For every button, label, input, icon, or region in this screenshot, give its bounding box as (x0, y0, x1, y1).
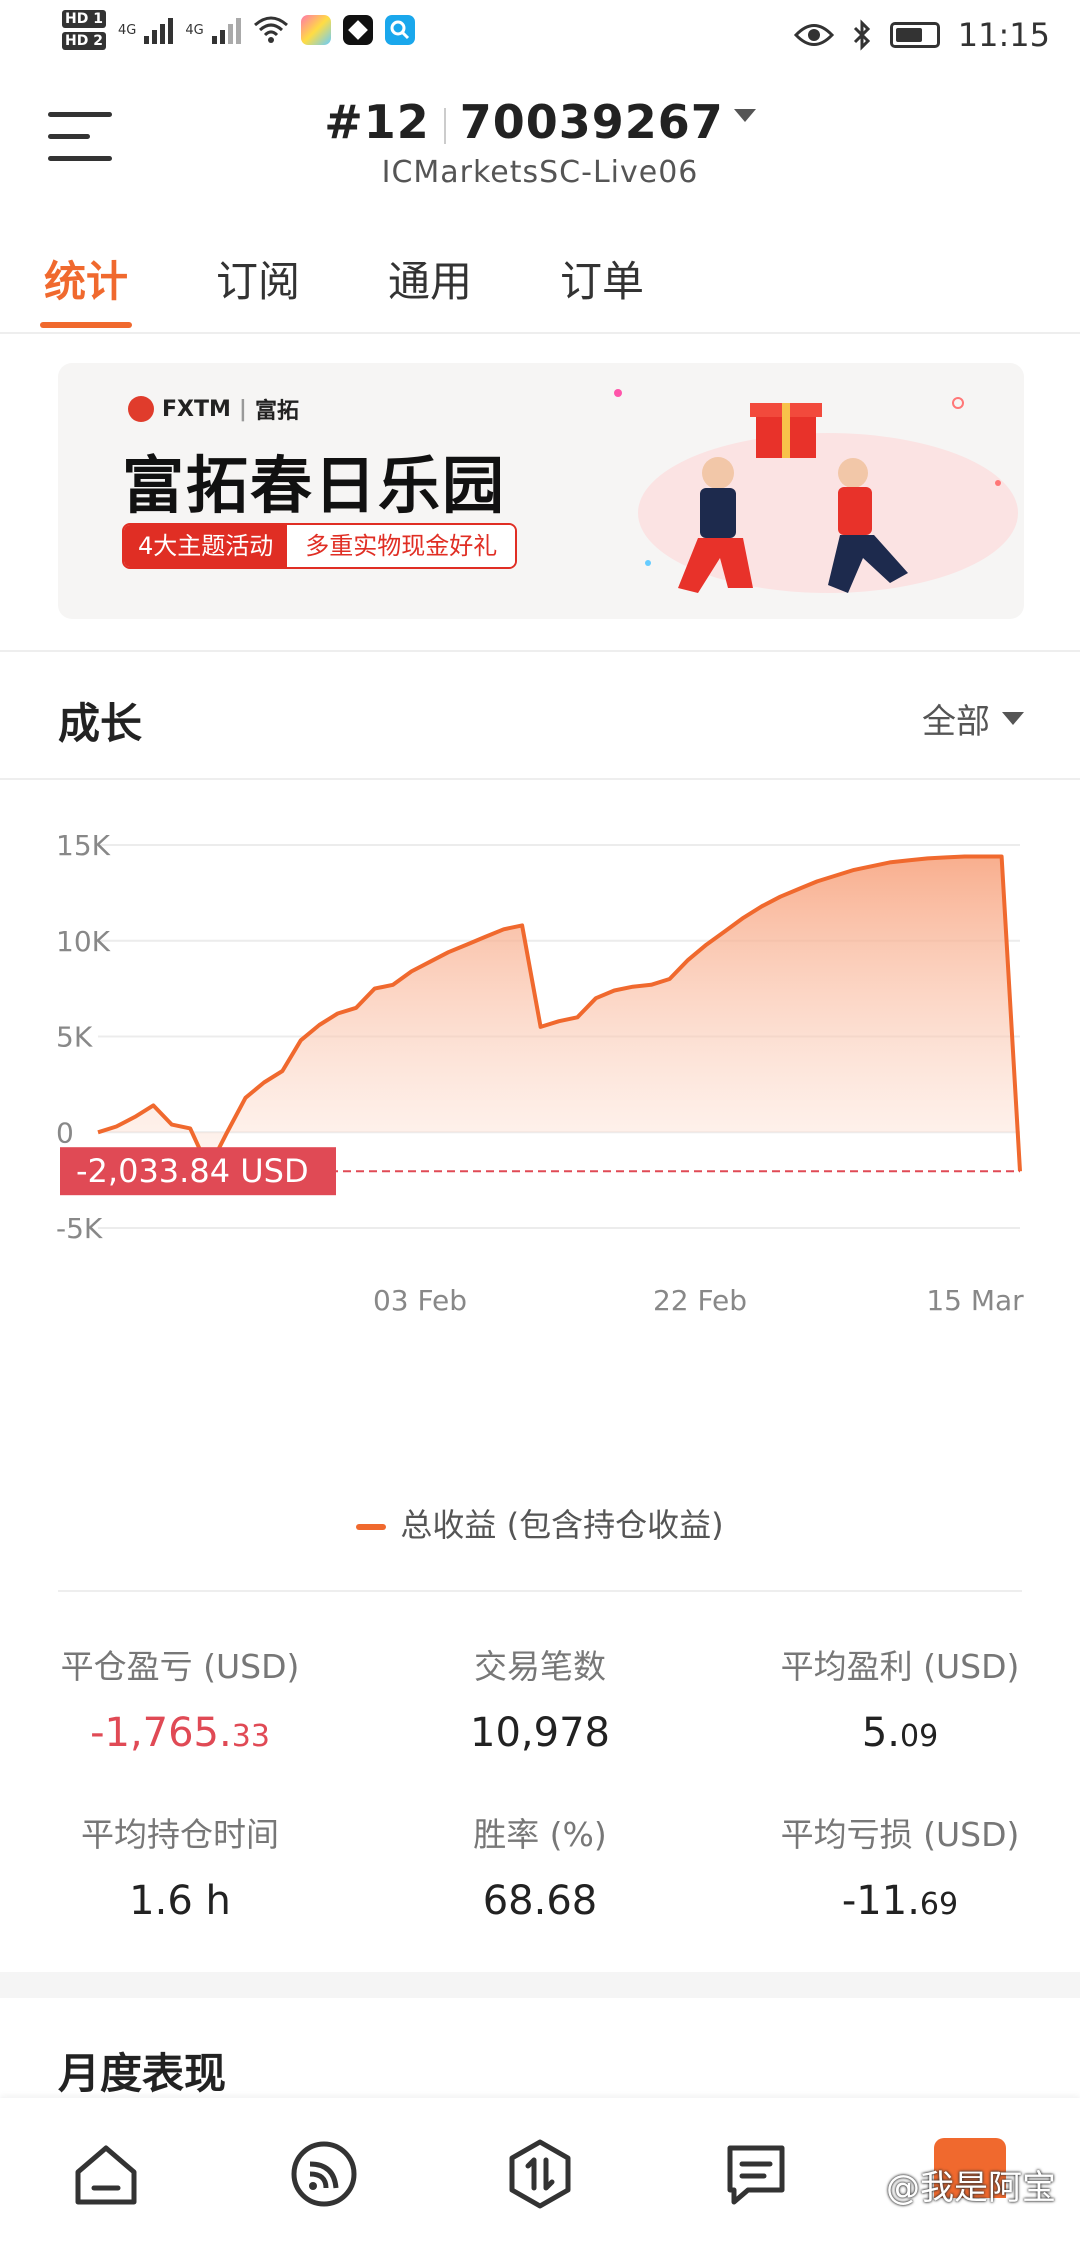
tab-subscribe[interactable]: 订阅 (216, 248, 300, 309)
stat-value-int: 5. (861, 1710, 900, 1756)
account-divider (443, 107, 446, 144)
section-divider (0, 650, 1080, 652)
stat-value-int: 1.6 h (129, 1878, 231, 1924)
tab-general[interactable]: 通用 (388, 248, 472, 309)
search-app-icon (384, 15, 415, 45)
stat-avg-loss: 平均亏损 (USD) -11.69 (720, 1808, 1080, 1924)
news-icon[interactable] (720, 2138, 792, 2210)
tab-divider (0, 332, 1080, 334)
series-area (98, 856, 1020, 1172)
watermark: @我是阿宝 (886, 2168, 1056, 2208)
stat-avg-profit: 平均盈利 (USD) 5.09 (720, 1640, 1080, 1756)
sim2-badge: HD 2 (62, 32, 106, 50)
account-selector[interactable]: #12 70039267 (0, 95, 1080, 149)
eye-icon (793, 24, 834, 46)
chart-legend: 总收益 (包含持仓收益) (0, 1500, 1080, 1546)
y-tick-label: 5K (56, 1021, 93, 1054)
qr-app-icon (342, 15, 373, 45)
stat-label: 平均盈利 (USD) (780, 1647, 1020, 1686)
legend-label: 总收益 (包含持仓收益) (400, 1506, 724, 1544)
stat-value-int: -11. (841, 1878, 920, 1924)
x-tick-label: 15 Mar (926, 1284, 1024, 1317)
battery-icon (889, 22, 940, 48)
stat-win-rate: 胜率 (%) 68.68 (360, 1808, 720, 1924)
battery-fill (895, 28, 923, 42)
stat-label: 平均持仓时间 (81, 1815, 279, 1854)
caret-down-icon (1002, 712, 1024, 725)
sim1-badge: HD 1 (62, 10, 106, 28)
range-filter-dropdown[interactable]: 全部 (922, 694, 1024, 743)
promo-banner[interactable]: FXTM | 富拓 富拓春日乐园 4大主题活动 多重实物现金好礼 (58, 363, 1024, 619)
status-left: HD 1 HD 2 4G 4G (62, 10, 415, 50)
banner-tag-highlight: 4大主题活动 (124, 525, 288, 567)
stat-value: 5.09 (720, 1710, 1080, 1756)
stat-closed-pnl: 平仓盈亏 (USD) -1,765.33 (0, 1640, 360, 1756)
stat-value-dec: 69 (919, 1887, 959, 1922)
clock: 11:15 (957, 16, 1050, 54)
home-icon[interactable] (70, 2138, 142, 2210)
status-bar: HD 1 HD 2 4G 4G 11:15 (0, 0, 1080, 70)
stat-value-int: 68.68 (482, 1878, 598, 1924)
brand-name-cn: 富拓 (254, 399, 299, 424)
brand-name: FXTM (162, 396, 231, 422)
brand-divider: | (238, 396, 247, 422)
banner-tag: 4大主题活动 多重实物现金好礼 (122, 523, 518, 569)
wifi-icon (253, 16, 288, 43)
stat-value: 1.6 h (0, 1878, 360, 1924)
stat-value-int: -1,765. (90, 1710, 232, 1756)
stats-divider (58, 1590, 1022, 1592)
sim-badges: HD 1 HD 2 (62, 10, 106, 50)
stat-avg-hold-time: 平均持仓时间 1.6 h (0, 1808, 360, 1924)
status-right: 11:15 (793, 16, 1050, 54)
banner-illustration (614, 389, 1018, 593)
server-name: ICMarketsSC-Live06 (381, 155, 699, 190)
banner-tag-text: 多重实物现金好礼 (287, 525, 516, 567)
section-gap (0, 1972, 1080, 1998)
chevron-down-icon (733, 109, 756, 122)
fxtm-logo: FXTM | 富拓 (128, 393, 299, 425)
banner-title: 富拓春日乐园 (122, 449, 507, 522)
growth-divider (0, 778, 1080, 780)
x-tick-label: 22 Feb (653, 1284, 747, 1317)
y-tick-label: 15K (56, 829, 111, 862)
stat-value-dec: 09 (899, 1719, 939, 1754)
y-tick-label: 10K (56, 925, 111, 958)
stat-value-int: 10,978 (470, 1710, 610, 1756)
stat-label: 平仓盈亏 (USD) (60, 1647, 300, 1686)
stat-label: 胜率 (%) (473, 1815, 607, 1854)
current-value-text: -2,033.84 USD (76, 1152, 309, 1190)
stat-label: 平均亏损 (USD) (780, 1815, 1020, 1854)
y-tick-label: -5K (56, 1212, 103, 1245)
stat-value: 68.68 (360, 1878, 720, 1924)
stat-label: 交易笔数 (474, 1647, 606, 1686)
growth-chart[interactable]: 15K 10K 5K 0 -5K 03 Feb 22 Feb 15 Mar -2,033.8… (0, 800, 1080, 1480)
monthly-performance-title: 月度表现 (58, 2049, 227, 2098)
signal2-icon (211, 16, 241, 44)
stat-value: 10,978 (360, 1710, 720, 1756)
x-tick-label: 03 Feb (373, 1284, 467, 1317)
stat-value: -1,765.33 (0, 1710, 360, 1756)
x-axis-labels: 03 Feb 22 Feb 15 Mar (373, 1284, 1024, 1317)
network2-label: 4G (185, 22, 204, 38)
account-header: #12 70039267 ICMarketsSC-Live06 (0, 95, 1080, 190)
signals-feed-icon[interactable] (288, 2138, 360, 2210)
growth-title: 成长 (58, 699, 143, 748)
fxtm-logo-icon (128, 396, 154, 422)
range-filter-label: 全部 (922, 702, 990, 742)
account-prefix: #12 (324, 95, 430, 149)
tab-bar: 统计 订阅 通用 订单 (39, 248, 732, 328)
legend-swatch (356, 1524, 387, 1530)
stat-value: -11.69 (720, 1878, 1080, 1924)
tab-orders[interactable]: 订单 (560, 248, 644, 309)
bluetooth-icon (853, 19, 870, 51)
tab-statistics[interactable]: 统计 (39, 248, 133, 328)
stat-value-dec: 33 (231, 1719, 270, 1754)
account-number: 70039267 (459, 95, 724, 149)
app-notification-icon (300, 15, 331, 45)
network1-label: 4G (117, 22, 137, 38)
signal1-icon (144, 16, 174, 44)
trade-icon[interactable] (504, 2138, 576, 2210)
stat-trade-count: 交易笔数 10,978 (360, 1640, 720, 1756)
y-tick-label: 0 (56, 1116, 74, 1149)
